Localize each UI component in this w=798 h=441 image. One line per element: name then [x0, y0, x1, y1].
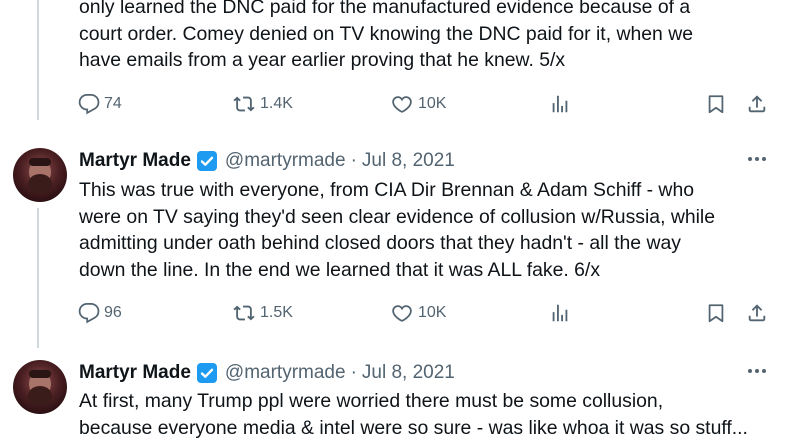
separator-dot: ·	[350, 150, 357, 171]
more-icon	[746, 367, 768, 384]
bookmark-button[interactable]	[705, 298, 727, 328]
views-button[interactable]	[549, 89, 571, 119]
verified-badge-icon	[196, 150, 218, 172]
author-handle[interactable]: @martyrmade	[225, 150, 346, 172]
author-name[interactable]: Martyr Made	[79, 362, 191, 384]
reply-count: 96	[104, 304, 122, 321]
tweet-date[interactable]: Jul 8, 2021	[362, 150, 455, 172]
author-handle[interactable]: @martyrmade	[225, 362, 346, 384]
more-button[interactable]	[746, 362, 768, 380]
retweet-icon	[232, 93, 256, 115]
reply-button[interactable]: 74	[78, 89, 122, 119]
like-button[interactable]: 10K	[390, 298, 446, 328]
tweet-header: Martyr Made @martyrmade · Jul 8, 2021	[79, 360, 455, 386]
avatar[interactable]	[13, 148, 67, 202]
tweet-text: At first, many Trump ppl were worried th…	[79, 390, 748, 439]
reply-icon	[78, 302, 100, 324]
share-button[interactable]	[746, 89, 768, 119]
views-icon	[549, 302, 571, 324]
more-button[interactable]	[746, 150, 768, 168]
tweet-text: This was true with everyone, from CIA Di…	[79, 179, 716, 281]
bookmark-icon	[705, 302, 727, 324]
retweet-button[interactable]: 1.4K	[232, 89, 293, 119]
like-button[interactable]: 10K	[390, 89, 446, 119]
separator-dot: ·	[350, 362, 357, 383]
tweet-text: only learned the DNC paid for the manufa…	[79, 0, 693, 71]
views-button[interactable]	[549, 298, 571, 328]
reply-count: 74	[104, 95, 122, 112]
like-icon	[390, 93, 414, 115]
bookmark-icon	[705, 93, 727, 115]
share-icon	[746, 93, 768, 115]
retweet-count: 1.4K	[260, 95, 293, 112]
tweet-header: Martyr Made @martyrmade · Jul 8, 2021	[79, 148, 455, 174]
tweet-actions: 74 1.4K 10K	[0, 89, 798, 119]
views-icon	[549, 93, 571, 115]
like-count: 10K	[418, 304, 447, 321]
reply-icon	[78, 93, 100, 115]
tweet-date[interactable]: Jul 8, 2021	[362, 362, 455, 384]
retweet-button[interactable]: 1.5K	[232, 298, 293, 328]
retweet-icon	[232, 302, 256, 324]
bookmark-button[interactable]	[705, 89, 727, 119]
tweet-actions: 96 1.5K 10K	[0, 298, 798, 328]
share-button[interactable]	[746, 298, 768, 328]
like-count: 10K	[418, 95, 447, 112]
verified-badge-icon	[196, 362, 218, 384]
retweet-count: 1.5K	[260, 304, 293, 321]
author-name[interactable]: Martyr Made	[79, 150, 191, 172]
share-icon	[746, 302, 768, 324]
more-icon	[746, 155, 768, 172]
avatar[interactable]	[13, 360, 67, 414]
reply-button[interactable]: 96	[78, 298, 122, 328]
like-icon	[390, 302, 414, 324]
